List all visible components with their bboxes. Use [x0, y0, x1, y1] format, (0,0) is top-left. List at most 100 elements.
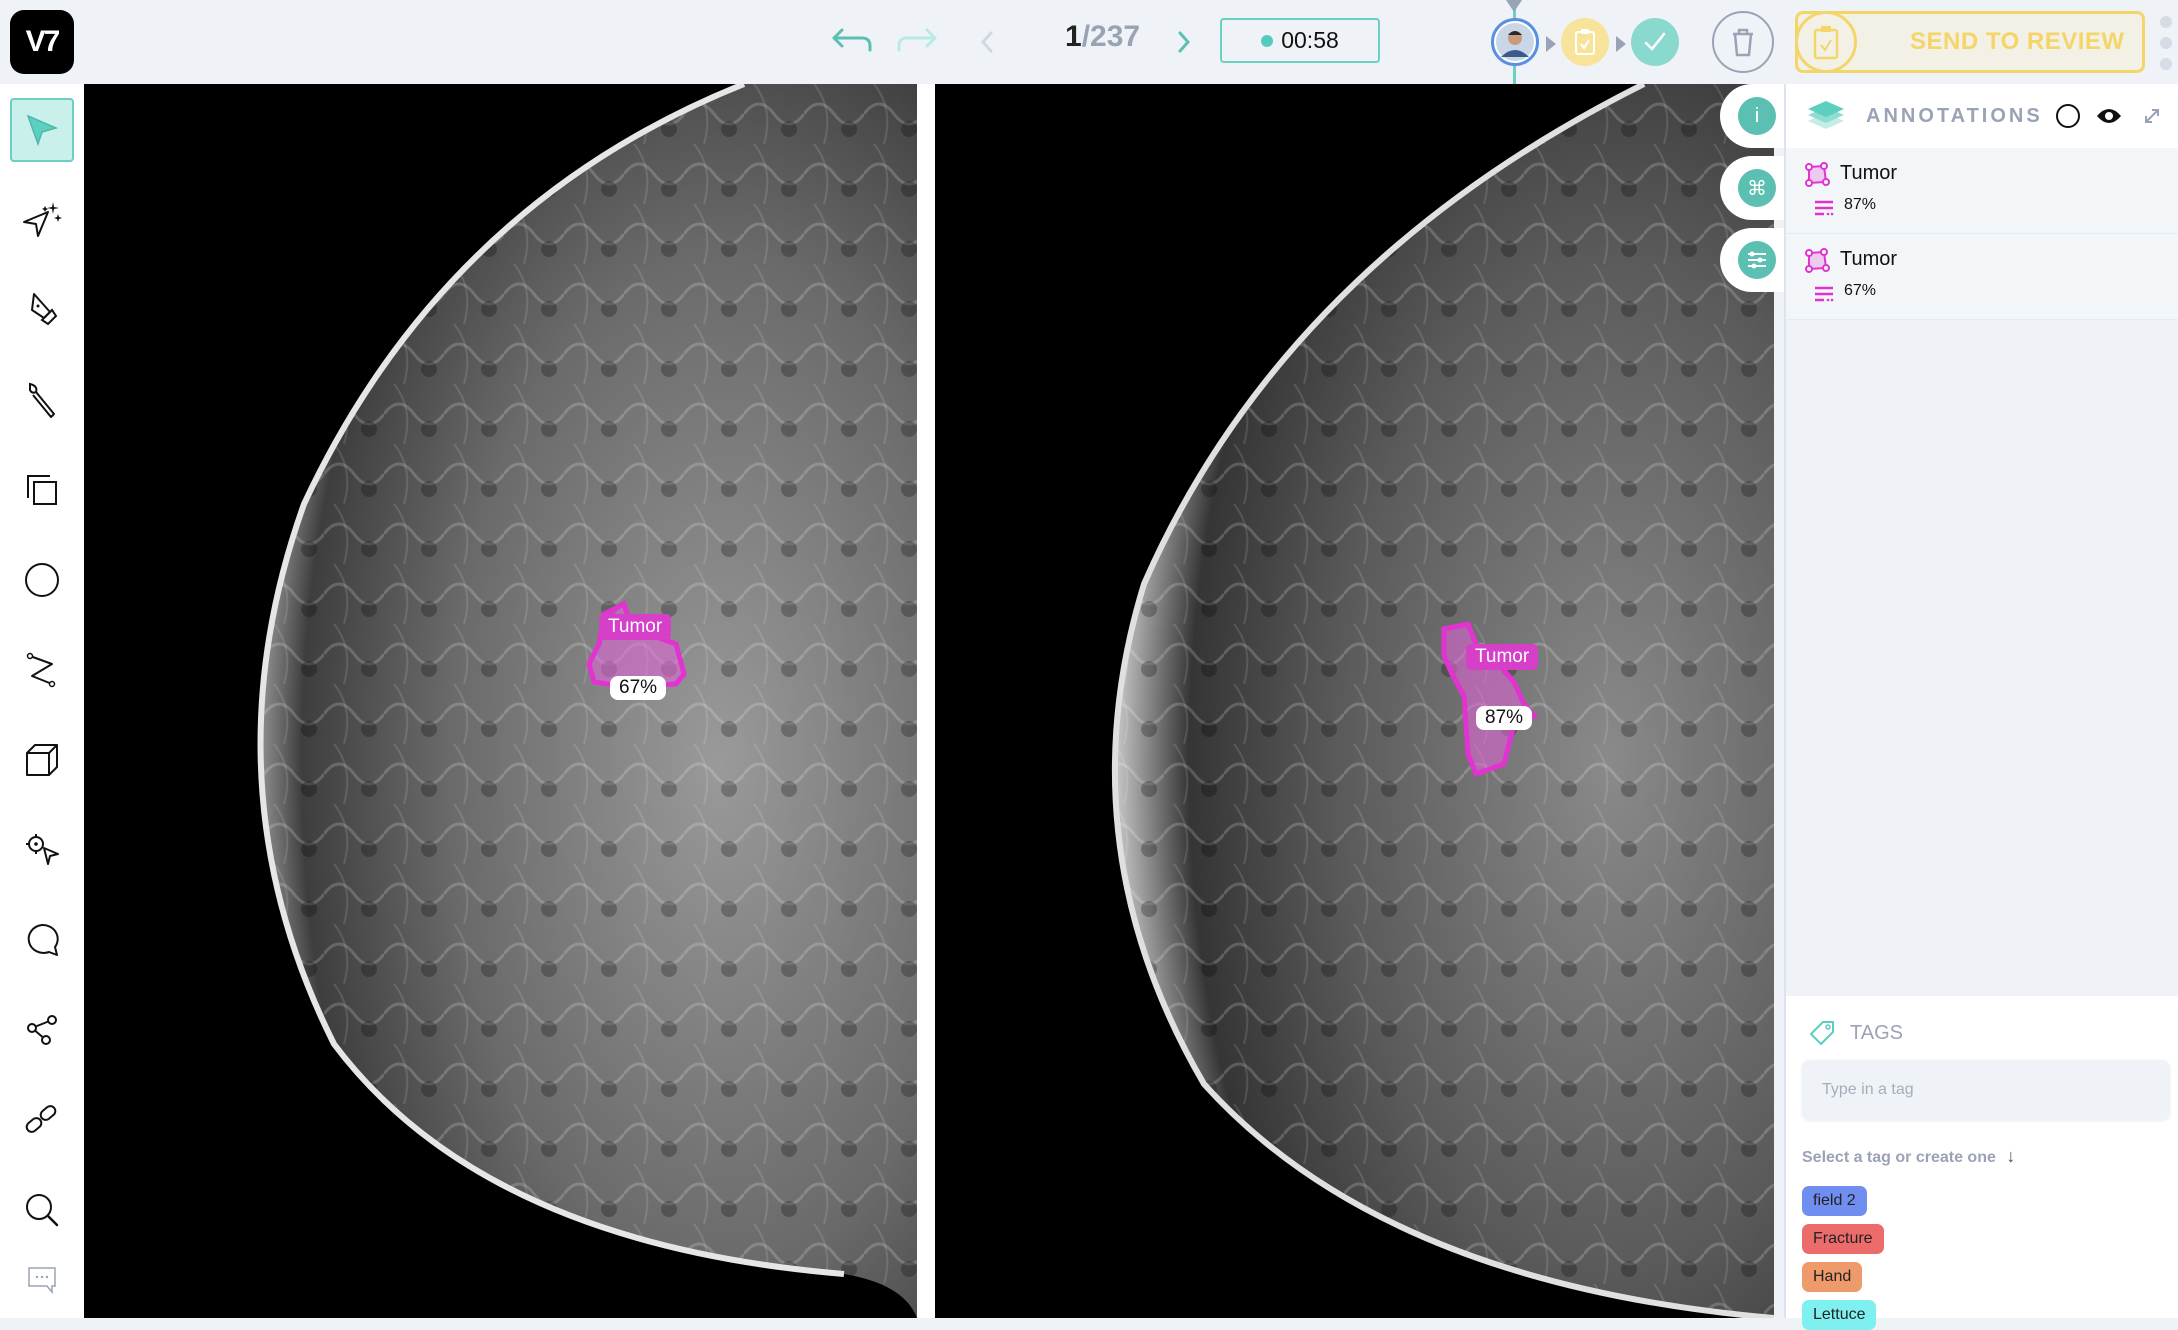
annotation-label-left: Tumor	[599, 614, 672, 640]
pager-separator: /	[1081, 20, 1091, 53]
redo-button[interactable]	[895, 22, 939, 62]
annotation-list-item[interactable]: Tumor 67%	[1786, 234, 2178, 320]
info-icon: i	[1738, 97, 1776, 135]
tags-hint: Select a tag or create one ↓	[1802, 1146, 2015, 1167]
image-divider	[917, 84, 935, 1318]
timer-dot-icon	[1261, 34, 1274, 47]
send-to-review-button[interactable]: SEND TO REVIEW	[1795, 11, 2145, 73]
annotation-confidence: 67%	[1844, 282, 1877, 299]
tag-chip[interactable]: Hand	[1802, 1262, 1863, 1292]
tool-link[interactable]	[10, 1088, 74, 1152]
tool-sidebar	[0, 84, 84, 1318]
tag-chip[interactable]: Fracture	[1802, 1224, 1884, 1254]
tool-comment[interactable]	[10, 908, 74, 972]
polygon-class-icon	[1805, 162, 1830, 187]
select-all-circle-icon[interactable]	[2055, 103, 2081, 129]
stage-complete[interactable]	[1631, 18, 1679, 66]
tool-auto-annotate[interactable]	[10, 188, 74, 252]
dot-icon	[2160, 58, 2172, 70]
image-canvas[interactable]: Tumor 67% Tumor 87%	[84, 84, 1774, 1318]
tool-skeleton[interactable]	[10, 998, 74, 1062]
send-to-review-label: SEND TO REVIEW	[1910, 28, 2125, 55]
left-mammogram	[257, 84, 917, 1318]
tool-polyline[interactable]	[10, 638, 74, 702]
link-icon	[25, 1105, 57, 1133]
undo-arrow-icon	[832, 28, 872, 52]
annotations-panel: ANNOTATIONS Tumor 87% Tumor 67% TAGS Sel…	[1784, 84, 2178, 1330]
check-icon	[1644, 32, 1666, 51]
magnifier-icon	[26, 1194, 59, 1227]
stage-arrow-icon	[1616, 36, 1626, 52]
tag-icon	[1810, 1021, 1834, 1045]
undo-button[interactable]	[830, 22, 874, 62]
timer: 00:58	[1220, 18, 1380, 63]
tag-input[interactable]	[1802, 1060, 2170, 1120]
trash-icon	[1733, 28, 1753, 57]
annotation-class-name: Tumor	[1840, 162, 1898, 184]
next-item-button[interactable]	[1172, 24, 1196, 60]
tool-brush[interactable]	[10, 368, 74, 432]
chevron-right-icon	[1178, 31, 1191, 53]
speech-bubble-icon	[27, 923, 59, 956]
skeleton-icon	[27, 1015, 57, 1045]
tool-select[interactable]	[10, 98, 74, 162]
annotation-confidence-left: 67%	[610, 676, 667, 700]
bounding-box-icon	[27, 475, 57, 505]
paint-brush-icon	[29, 382, 55, 418]
tag-chip[interactable]: field 2	[1802, 1186, 1867, 1216]
stage-indicator-marker	[1506, 0, 1522, 12]
delete-button[interactable]	[1712, 11, 1774, 73]
annotation-class-name: Tumor	[1840, 248, 1898, 270]
annotations-header: ANNOTATIONS	[1786, 84, 2178, 148]
tab-info[interactable]: i	[1720, 84, 1790, 148]
previous-item-button[interactable]	[975, 24, 999, 60]
item-pager: 1/237	[1065, 20, 1140, 54]
tool-ellipse[interactable]	[10, 548, 74, 612]
cursor-arrow-icon	[26, 114, 59, 147]
pen-nib-icon	[31, 293, 58, 326]
annotation-list-item[interactable]: Tumor 87%	[1786, 148, 2178, 234]
annotations-title: ANNOTATIONS	[1866, 104, 2043, 127]
stage-arrow-icon	[1546, 36, 1556, 52]
sparkle-cursor-icon	[23, 202, 62, 237]
keypoint-icon	[26, 834, 59, 865]
tool-keypoint[interactable]	[10, 818, 74, 882]
stage-annotate[interactable]	[1491, 18, 1539, 66]
polygon-class-icon	[1805, 248, 1830, 273]
timer-value: 00:58	[1281, 27, 1339, 53]
tab-settings[interactable]	[1720, 228, 1790, 292]
dot-icon	[2160, 16, 2172, 28]
chat-dots-icon	[28, 1267, 56, 1295]
more-options-button[interactable]	[2160, 16, 2172, 70]
clipboard-check-icon	[1813, 26, 1839, 60]
cube-icon	[26, 744, 58, 776]
ellipse-icon	[25, 563, 59, 597]
tool-zoom[interactable]	[10, 1178, 74, 1242]
tags-title: TAGS	[1850, 1022, 1903, 1044]
redo-arrow-icon	[897, 28, 937, 52]
stage-review[interactable]	[1561, 18, 1609, 66]
confidence-icon	[1815, 200, 1834, 216]
tool-polygon[interactable]	[10, 278, 74, 342]
v7-logo[interactable]: V7	[10, 10, 74, 74]
tags-section: TAGS Select a tag or create one ↓ field …	[1786, 996, 2178, 1330]
top-bar: V7 1/237 00:58 SEND TO REVIEW	[0, 0, 2178, 84]
sliders-icon	[1738, 241, 1776, 279]
tool-bounding-box[interactable]	[10, 458, 74, 522]
user-avatar	[1496, 23, 1534, 61]
current-item: 1	[1065, 20, 1082, 53]
polyline-icon	[26, 652, 56, 688]
tag-chip[interactable]: Lettuce	[1802, 1300, 1877, 1330]
tab-shortcuts[interactable]: ⌘	[1720, 156, 1790, 220]
tool-cuboid[interactable]	[10, 728, 74, 792]
arrow-down-icon: ↓	[2006, 1146, 2016, 1166]
tags-hint-text: Select a tag or create one	[1802, 1149, 1996, 1166]
dot-icon	[2160, 37, 2172, 49]
eye-icon[interactable]	[2095, 106, 2123, 126]
chevron-left-icon	[980, 31, 993, 53]
tool-chat[interactable]	[10, 1248, 74, 1312]
right-mammogram	[1111, 84, 1774, 1318]
expand-icon[interactable]	[2143, 107, 2161, 125]
total-items: 237	[1090, 20, 1141, 53]
send-to-review-icon-wrap	[1795, 11, 1857, 73]
